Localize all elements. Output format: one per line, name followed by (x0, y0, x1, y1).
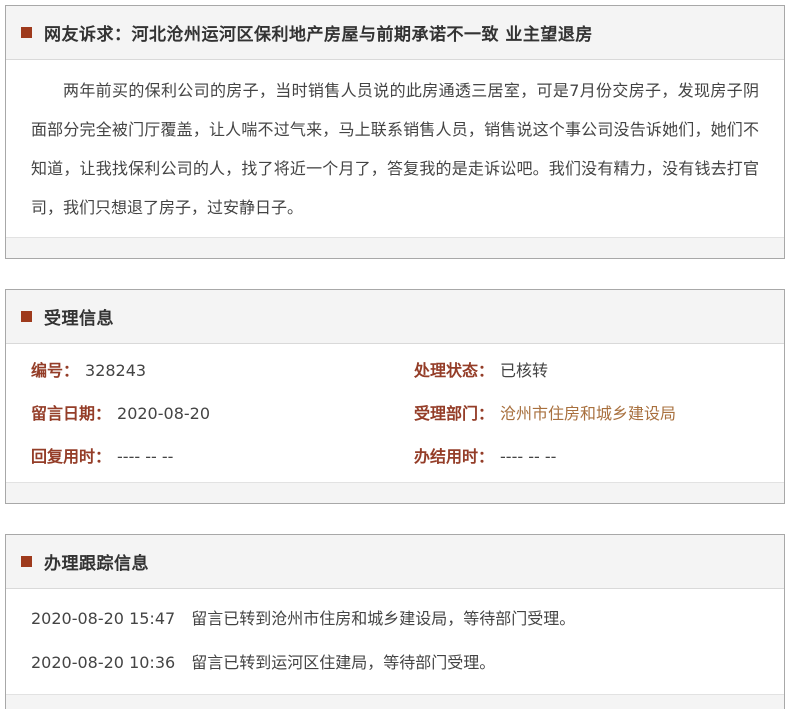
field-status: 处理状态： 已核转 (414, 349, 784, 392)
acceptance-title: 受理信息 (44, 304, 114, 329)
field-department-label: 受理部门： (414, 404, 494, 423)
field-completion-time-value: ---- -- -- (500, 447, 556, 466)
field-department-value: 沧州市住房和城乡建设局 (500, 404, 676, 423)
field-message-date-value: 2020-08-20 (117, 404, 210, 423)
appeal-text: 两年前买的保利公司的房子，当时销售人员说的此房通透三居室，可是7月份交房子，发现… (31, 71, 759, 227)
acceptance-panel-header: 受理信息 (6, 290, 784, 344)
field-department: 受理部门： 沧州市住房和城乡建设局 (414, 392, 784, 435)
field-number: 编号： 328243 (31, 349, 414, 392)
complaint-detail-page: 网友诉求：河北沧州运河区保利地产房屋与前期承诺不一致 业主望退房 两年前买的保利… (0, 0, 791, 709)
tracking-entry-time: 2020-08-20 10:36 (31, 653, 175, 672)
tracking-list: 2020-08-20 15:47 留言已转到沧州市住房和城乡建设局，等待部门受理。… (6, 589, 784, 694)
field-completion-time-label: 办结用时： (414, 447, 494, 466)
tracking-panel-header: 办理跟踪信息 (6, 535, 784, 589)
appeal-panel: 网友诉求：河北沧州运河区保利地产房屋与前期承诺不一致 业主望退房 两年前买的保利… (5, 5, 785, 259)
appeal-panel-header: 网友诉求：河北沧州运河区保利地产房屋与前期承诺不一致 业主望退房 (6, 6, 784, 60)
appeal-title: 网友诉求：河北沧州运河区保利地产房屋与前期承诺不一致 业主望退房 (44, 20, 593, 45)
tracking-entry-text: 留言已转到运河区住建局，等待部门受理。 (191, 653, 495, 672)
acceptance-panel: 受理信息 编号： 328243 处理状态： 已核转 留言日期： 2020-08-20 … (5, 289, 785, 504)
square-bullet-icon (21, 311, 32, 322)
field-status-value: 已核转 (500, 361, 548, 380)
field-reply-time: 回复用时： ---- -- -- (31, 435, 414, 478)
tracking-panel: 办理跟踪信息 2020-08-20 15:47 留言已转到沧州市住房和城乡建设局，… (5, 534, 785, 709)
tracking-entry: 2020-08-20 15:47 留言已转到沧州市住房和城乡建设局，等待部门受理。 (31, 597, 784, 641)
field-completion-time: 办结用时： ---- -- -- (414, 435, 784, 478)
appeal-panel-footer (6, 237, 784, 258)
field-status-label: 处理状态： (414, 361, 494, 380)
appeal-body: 两年前买的保利公司的房子，当时销售人员说的此房通透三居室，可是7月份交房子，发现… (6, 60, 784, 237)
field-message-date: 留言日期： 2020-08-20 (31, 392, 414, 435)
tracking-title: 办理跟踪信息 (44, 549, 149, 574)
field-reply-time-value: ---- -- -- (117, 447, 173, 466)
tracking-entry-text: 留言已转到沧州市住房和城乡建设局，等待部门受理。 (191, 609, 575, 628)
tracking-entry-time: 2020-08-20 15:47 (31, 609, 175, 628)
square-bullet-icon (21, 556, 32, 567)
field-reply-time-label: 回复用时： (31, 447, 111, 466)
acceptance-panel-footer (6, 482, 784, 503)
field-number-value: 328243 (85, 361, 146, 380)
tracking-entry: 2020-08-20 10:36 留言已转到运河区住建局，等待部门受理。 (31, 641, 784, 685)
field-number-label: 编号： (31, 361, 79, 380)
field-message-date-label: 留言日期： (31, 404, 111, 423)
acceptance-fields: 编号： 328243 处理状态： 已核转 留言日期： 2020-08-20 受理部门：… (6, 344, 784, 482)
tracking-panel-footer (6, 694, 784, 709)
square-bullet-icon (21, 27, 32, 38)
